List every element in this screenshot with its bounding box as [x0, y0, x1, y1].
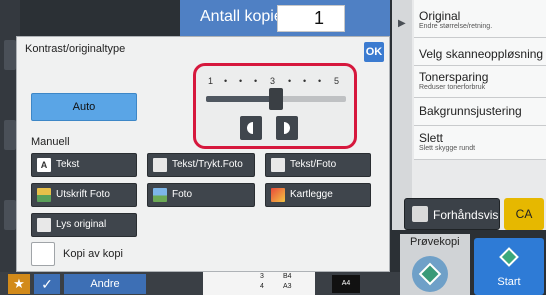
document-icon	[271, 158, 285, 172]
setting-original[interactable]: Original Endre størrelse/retning.	[414, 0, 546, 38]
auto-button[interactable]: Auto	[31, 93, 137, 121]
setting-title: Original	[419, 9, 461, 23]
panel-collapse-handle[interactable]: ▶	[392, 0, 412, 230]
left-edge-tab[interactable]	[4, 120, 16, 150]
scale-dot: •	[318, 76, 322, 86]
photo-icon	[153, 188, 167, 202]
printed-photo-icon	[37, 188, 51, 202]
mode-text-button[interactable]: A Tekst	[31, 153, 137, 177]
dialog-title: Kontrast/originaltype	[25, 43, 126, 55]
mode-label: Kartlegge	[290, 189, 333, 200]
other-button[interactable]: Andre	[64, 274, 146, 294]
mode-label: Lys original	[56, 219, 107, 230]
scale-dot: •	[303, 76, 307, 86]
scale-min-label: 1	[208, 76, 214, 86]
settings-panel: ▶ Original Endre størrelse/retning. Velg…	[392, 0, 546, 230]
left-edge-tab[interactable]	[4, 200, 16, 230]
output-size-badge: A4	[332, 275, 360, 293]
mode-text-photo-button[interactable]: Tekst/Foto	[265, 153, 371, 177]
manual-label: Manuell	[31, 136, 70, 148]
setting-title: Tonersparing	[419, 70, 489, 84]
setting-title: Slett	[419, 131, 444, 145]
copies-input[interactable]: 1	[277, 5, 345, 32]
mode-label: Utskrift Foto	[56, 189, 110, 200]
start-label: Start	[497, 276, 521, 288]
setting-subtitle: Slett skygge rundt	[419, 145, 476, 152]
mode-label: Tekst	[56, 159, 80, 170]
scale-max-label: 5	[334, 76, 340, 86]
scale-mid-label: 3	[270, 76, 276, 86]
scale-dot: •	[224, 76, 228, 86]
copy-of-copy-label: Kopi av kopi	[63, 248, 123, 260]
tray-number: 4	[260, 283, 264, 290]
proof-copy-label: Prøvekopi	[410, 236, 460, 248]
half-circle-right-icon	[284, 122, 290, 134]
decrease-contrast-button[interactable]	[240, 116, 262, 140]
contrast-dialog: Kontrast/originaltype OK 1 • • • 3 • • •…	[16, 36, 390, 272]
mode-label: Tekst/Trykt.Foto	[172, 159, 243, 170]
mode-map-button[interactable]: Kartlegge	[265, 183, 371, 207]
setting-title: Velg skanneoppløsning	[419, 47, 544, 61]
contrast-track-fill	[206, 96, 276, 102]
contrast-slider-thumb[interactable]	[269, 88, 283, 110]
mode-label: Foto	[172, 189, 193, 200]
scale-dot: •	[288, 76, 292, 86]
setting-subtitle: Reduser tonerforbruk	[419, 84, 486, 91]
mode-printed-photo-button[interactable]: Utskrift Foto	[31, 183, 137, 207]
document-icon	[37, 218, 51, 232]
arrow-right-icon: ▶	[398, 18, 406, 29]
preview-icon	[412, 206, 428, 222]
copies-label: Antall kopier	[200, 8, 289, 25]
mode-light-original-button[interactable]: Lys original	[31, 213, 137, 237]
start-button[interactable]: Start	[474, 238, 544, 295]
document-icon	[153, 158, 167, 172]
star-icon[interactable]: ★	[8, 274, 30, 294]
ok-button[interactable]: OK	[364, 42, 384, 62]
tray-number: 3	[260, 273, 264, 280]
map-icon	[271, 188, 285, 202]
mode-photo-button[interactable]: Foto	[147, 183, 255, 207]
clear-all-button[interactable]: CA	[504, 198, 544, 230]
half-circle-left-icon	[247, 122, 253, 134]
contrast-slider-group: 1 • • • 3 • • • 5	[193, 63, 357, 149]
diamond-icon	[418, 262, 442, 286]
preview-label: Forhåndsvis	[433, 208, 499, 222]
paper-tray-status: 3 B4 4 A3	[203, 272, 315, 295]
setting-scan-resolution[interactable]: Velg skanneoppløsning	[414, 38, 546, 66]
scale-dot: •	[254, 76, 258, 86]
proof-copy-button[interactable]	[412, 256, 448, 292]
text-icon: A	[37, 158, 51, 172]
scale-dot: •	[239, 76, 243, 86]
mode-text-printed-photo-button[interactable]: Tekst/Trykt.Foto	[147, 153, 255, 177]
setting-subtitle: Endre størrelse/retning.	[419, 23, 493, 30]
copy-of-copy-checkbox[interactable]	[31, 242, 55, 266]
preview-button[interactable]: Forhåndsvis	[404, 198, 500, 230]
check-icon[interactable]: ✓	[34, 274, 60, 294]
left-edge-tab[interactable]	[4, 40, 16, 70]
tray-size: B4	[283, 273, 292, 280]
setting-title: Bakgrunnsjustering	[419, 104, 522, 118]
setting-toner-saving[interactable]: Tonersparing Reduser tonerforbruk	[414, 66, 546, 98]
mode-label: Tekst/Foto	[290, 159, 337, 170]
setting-erase[interactable]: Slett Slett skygge rundt	[414, 126, 546, 160]
diamond-icon	[499, 247, 519, 267]
tray-size: A3	[283, 283, 292, 290]
increase-contrast-button[interactable]	[276, 116, 298, 140]
setting-background-adjust[interactable]: Bakgrunnsjustering	[414, 98, 546, 126]
